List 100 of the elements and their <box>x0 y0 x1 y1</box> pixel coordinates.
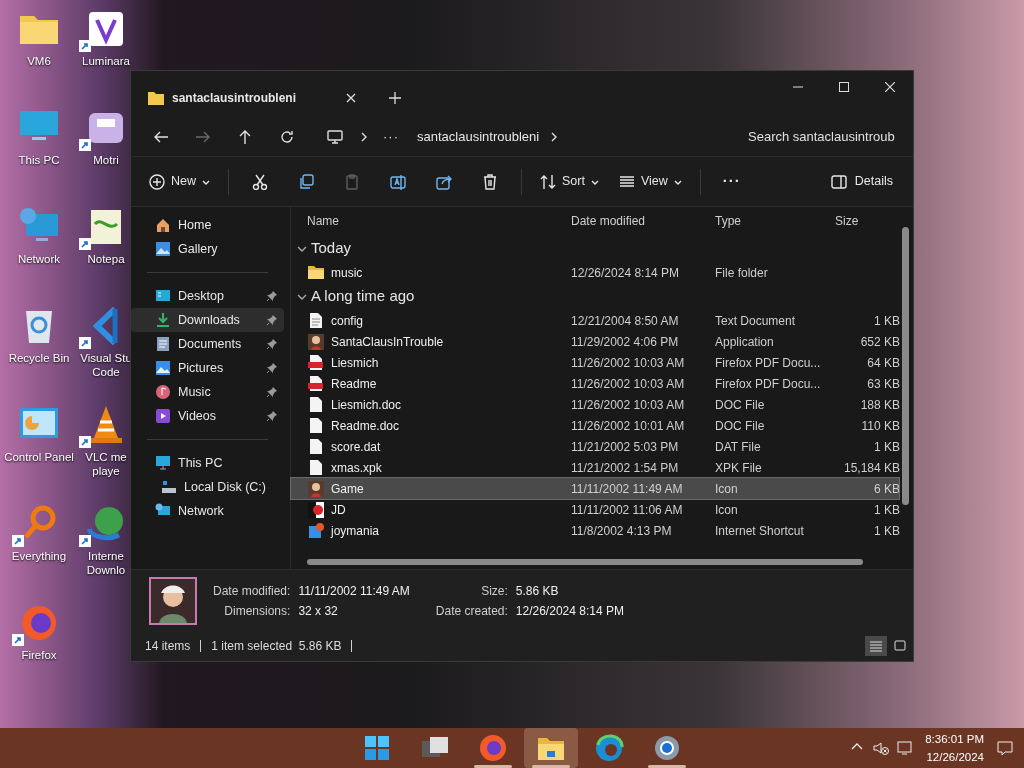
file-name: Readme <box>331 375 377 393</box>
date-modified-cell-text: 11/26/2002 10:03 AM <box>571 354 686 372</box>
date-modified-cell-text: 11/26/2002 10:01 AM <box>571 417 686 435</box>
desktop-icon-label[interactable]: Interne Downlo <box>86 549 126 577</box>
plus-icon <box>389 92 401 104</box>
desktop-icon-label[interactable]: Firefox <box>21 648 57 662</box>
horizontal-scrollbar[interactable] <box>307 559 863 565</box>
monitor-icon <box>155 455 171 471</box>
detail-value: 32 x 32 <box>298 602 339 620</box>
column-header[interactable]: Type <box>715 212 830 230</box>
file-row[interactable]: Liesmich.doc 11/26/2002 10:03 AM DOC File 188 KB <box>291 394 899 415</box>
type-cell-text: Application <box>715 333 775 351</box>
date-modified-cell-text: 12/26/2024 8:14 PM <box>571 264 681 282</box>
copy-icon <box>298 173 314 190</box>
date-text: 12/26/2024 <box>926 750 984 765</box>
paste-icon <box>344 173 360 190</box>
music-note-icon <box>155 384 171 400</box>
details-button[interactable]: Details <box>820 164 903 199</box>
size-cell-text: 110 KB <box>860 417 900 435</box>
scissors-icon <box>252 173 268 190</box>
file-row[interactable]: Readme.doc 11/26/2002 10:01 AM DOC File 110 KB <box>291 415 899 436</box>
refresh-icon <box>279 128 295 145</box>
share-icon <box>436 173 452 190</box>
nav-item[interactable]: This PC <box>131 451 284 475</box>
up-icon <box>237 128 253 145</box>
column-header[interactable]: Name <box>307 212 571 230</box>
nav-item[interactable]: Network <box>131 499 284 523</box>
monitor-icon <box>327 128 343 145</box>
file-row[interactable]: config 12/21/2004 8:50 AM Text Document 1 KB <box>291 310 899 331</box>
folder-icon <box>148 91 164 105</box>
new-button[interactable]: New <box>141 164 218 199</box>
group-header[interactable]: A long time ago <box>291 283 899 310</box>
desktop-icon-label[interactable]: Notepa <box>87 252 125 266</box>
desktop-icon-label[interactable]: Visual Stu Code <box>80 351 132 379</box>
desktop-icon-label[interactable]: This PC <box>18 153 60 167</box>
column-header[interactable]: Size <box>830 212 900 230</box>
details-view-button[interactable] <box>865 636 887 656</box>
type-cell-text: XPK File <box>715 459 763 477</box>
file-name: Readme.doc <box>331 417 400 435</box>
nav-item[interactable]: Music <box>131 380 284 404</box>
desktop-icon-label[interactable]: Motri <box>93 153 119 167</box>
size-cell-text: 188 KB <box>859 396 900 414</box>
nav-item[interactable]: Home <box>131 213 284 237</box>
file-row[interactable]: music 12/26/2024 8:14 PM File folder <box>291 262 899 283</box>
type-cell-text: Icon <box>715 480 739 498</box>
detail-label: Size: <box>480 582 508 600</box>
file-row[interactable]: xmas.xpk 11/21/2002 1:54 PM XPK File 15,184 KB <box>291 457 899 478</box>
item-count: 14 items <box>145 638 191 655</box>
picture-icon <box>155 288 171 304</box>
rename-icon <box>390 173 406 190</box>
file-row[interactable]: Liesmich 11/26/2002 10:03 AM Firefox PDF Docu... 64 KB <box>291 352 899 373</box>
breadcrumb-overflow-button[interactable]: ··· <box>379 126 403 147</box>
nav-item[interactable]: Videos <box>131 404 284 428</box>
nav-item[interactable]: Downloads <box>131 308 284 332</box>
nav-item[interactable]: Documents <box>131 332 284 356</box>
column-header[interactable]: Date modified <box>571 212 715 230</box>
file-row[interactable]: JD 11/11/2002 11:06 AM Icon 1 KB <box>291 499 899 520</box>
nav-item[interactable]: Desktop <box>131 284 284 308</box>
game-character-icon <box>307 333 325 350</box>
type-cell-text: Firefox PDF Docu... <box>715 354 822 372</box>
play-icon <box>155 408 171 424</box>
breadcrumb-folder[interactable]: santaclausintroubleni <box>417 126 540 147</box>
desktop-icon-label[interactable]: Everything <box>11 549 67 563</box>
list-icon <box>870 640 882 652</box>
file-row[interactable]: Game 11/11/2002 11:49 AM Icon 6 KB <box>291 478 899 499</box>
more-button[interactable]: ··· <box>710 164 753 199</box>
size-cell-text: 64 KB <box>866 354 900 372</box>
nav-item[interactable]: Pictures <box>131 356 284 380</box>
file-row[interactable]: joymania 11/8/2002 4:13 PM Internet Shortcut 1 KB <box>291 520 899 541</box>
type-cell-text: Internet Shortcut <box>715 522 805 540</box>
type-cell-text: DOC File <box>715 417 766 435</box>
picture-icon <box>155 241 171 257</box>
clock[interactable]: 8:36:01 PM 12/26/2024 <box>925 730 984 766</box>
file-row[interactable]: score.dat 11/21/2002 5:03 PM DAT File 1 KB <box>291 436 899 457</box>
game-character-icon <box>307 480 325 497</box>
selection-info: 1 item selected 5.86 KB <box>211 638 342 655</box>
view-button[interactable]: View <box>610 164 690 199</box>
desktop-icon-label[interactable]: Recycle Bin <box>8 351 70 365</box>
taskbar-app-button[interactable] <box>524 728 578 768</box>
square-icon <box>894 640 906 652</box>
file-row[interactable]: Readme 11/26/2002 10:03 AM Firefox PDF Docu... 63 KB <box>291 373 899 394</box>
type-cell-text: DAT File <box>715 438 762 456</box>
search-field[interactable]: Search santaclausintroub <box>748 126 903 147</box>
desktop-icon-label[interactable]: Network <box>17 252 61 266</box>
file-row[interactable]: SantaClausInTrouble 11/29/2002 4:06 PM Application 652 KB <box>291 331 899 352</box>
size-cell-text: 1 KB <box>873 522 900 540</box>
file-name: Liesmich <box>331 354 379 372</box>
desktop-icon-label[interactable]: VLC me playe <box>85 450 127 478</box>
nav-item[interactable]: Gallery <box>131 237 284 261</box>
desktop-icon-label[interactable]: Luminara <box>82 54 130 68</box>
sort-button[interactable]: Sort <box>532 164 607 199</box>
blank-file-icon <box>307 459 325 476</box>
desktop-icon-label[interactable]: VM6 <box>27 54 51 68</box>
desktop-icon-label[interactable]: Control Panel <box>4 450 74 464</box>
vertical-scrollbar[interactable] <box>902 227 909 505</box>
nav-item[interactable]: Local Disk (C:) <box>131 475 284 499</box>
date-modified-cell-text: 11/8/2002 4:13 PM <box>571 522 673 540</box>
group-header[interactable]: Today <box>291 235 899 262</box>
close-icon <box>346 93 356 103</box>
list-icon <box>618 173 635 190</box>
